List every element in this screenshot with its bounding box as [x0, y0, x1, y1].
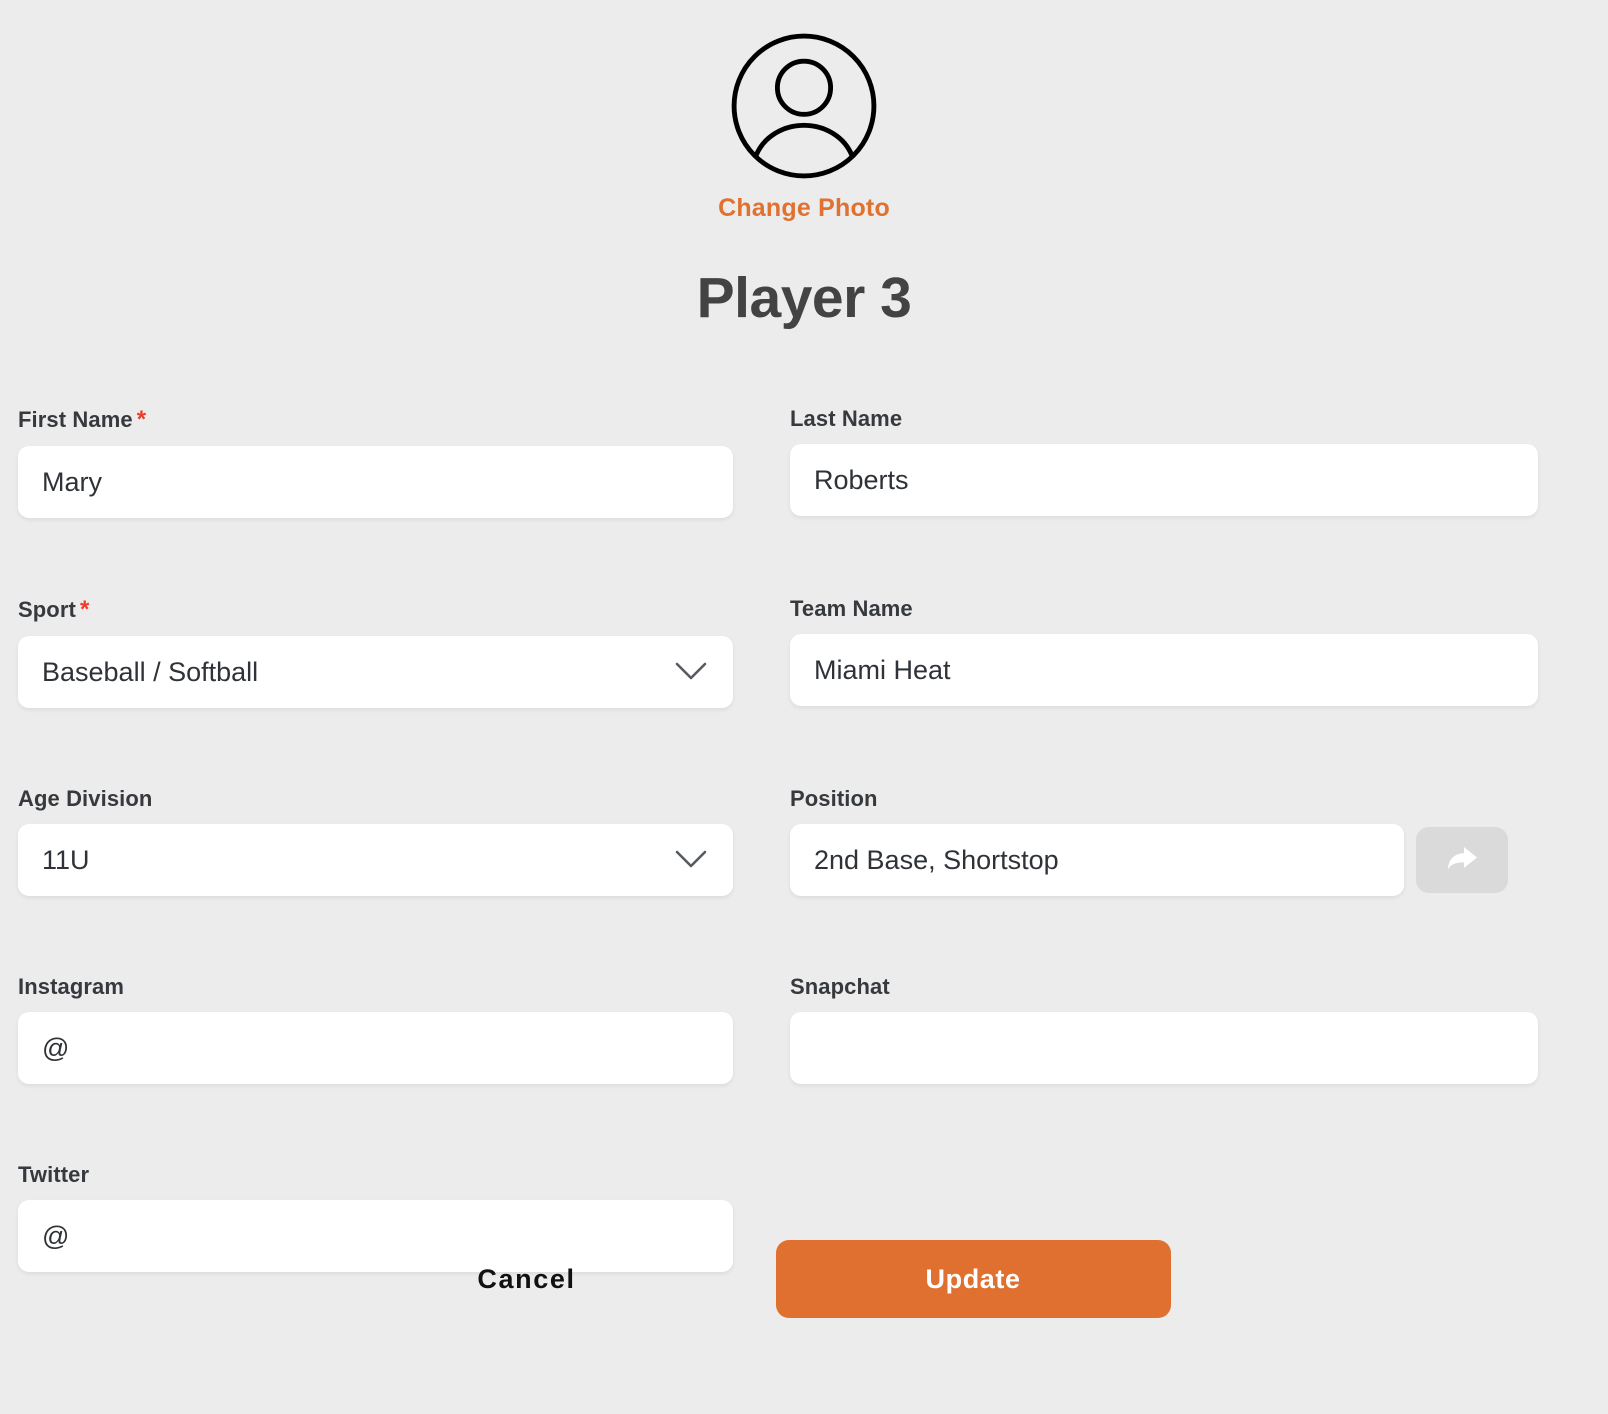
field-first-name: First Name * Mary: [18, 408, 790, 518]
profile-photo-block: Change Photo: [0, 0, 1608, 223]
row-spacer: [790, 708, 1566, 788]
row-spacer: [18, 708, 790, 788]
row-spacer: [18, 896, 790, 976]
label-first-name-text: First Name: [18, 407, 133, 432]
position-share-button[interactable]: [1416, 827, 1508, 893]
field-age-division: Age Division 11U: [18, 788, 790, 896]
row-spacer: [790, 896, 1566, 976]
sport-select[interactable]: Baseball / Softball: [18, 636, 733, 708]
age-division-select[interactable]: 11U: [18, 824, 733, 896]
user-avatar-icon[interactable]: [0, 30, 1608, 182]
label-first-name: First Name *: [18, 408, 790, 432]
chevron-down-icon: [675, 845, 707, 876]
label-last-name: Last Name: [790, 406, 903, 431]
field-sport: Sport * Baseball / Softball: [18, 598, 790, 708]
form-actions: Cancel Update: [0, 1240, 1608, 1318]
age-division-select-value: 11U: [42, 844, 90, 875]
required-asterisk: *: [136, 406, 147, 433]
sport-select-value: Baseball / Softball: [42, 656, 259, 687]
field-snapchat: Snapchat: [790, 976, 1566, 1084]
label-position: Position: [790, 786, 878, 811]
label-team-name: Team Name: [790, 596, 913, 621]
label-twitter: Twitter: [18, 1162, 90, 1187]
label-sport: Sport *: [18, 598, 790, 622]
row-spacer: [790, 518, 1566, 598]
label-sport-text: Sport: [18, 597, 76, 622]
instagram-input-value: @: [42, 1032, 70, 1063]
row-spacer: [18, 518, 790, 598]
label-age-division: Age Division: [18, 786, 153, 811]
label-instagram: Instagram: [18, 974, 125, 999]
page-title: Player 3: [696, 266, 912, 330]
snapchat-input[interactable]: [790, 1012, 1538, 1084]
field-position: Position 2nd Base, Shortstop: [790, 788, 1566, 896]
player-form: First Name * Mary Last Name Roberts Sport…: [0, 408, 1608, 1272]
cancel-button[interactable]: Cancel: [437, 1246, 615, 1313]
team-name-input[interactable]: Miami Heat: [790, 634, 1538, 706]
field-instagram: Instagram @: [18, 976, 790, 1084]
instagram-input[interactable]: @: [18, 1012, 733, 1084]
position-input[interactable]: 2nd Base, Shortstop: [790, 824, 1404, 896]
row-spacer: [790, 1084, 1566, 1164]
chevron-down-icon: [675, 657, 707, 688]
last-name-input[interactable]: Roberts: [790, 444, 1538, 516]
first-name-input[interactable]: Mary: [18, 446, 733, 518]
share-arrow-icon: [1444, 844, 1480, 877]
row-spacer: [18, 1084, 790, 1164]
required-asterisk: *: [79, 596, 90, 623]
label-snapchat: Snapchat: [790, 974, 890, 999]
update-button[interactable]: Update: [775, 1240, 1171, 1318]
field-last-name: Last Name Roberts: [790, 408, 1566, 518]
field-team-name: Team Name Miami Heat: [790, 598, 1566, 708]
change-photo-link[interactable]: Change Photo: [718, 194, 890, 223]
